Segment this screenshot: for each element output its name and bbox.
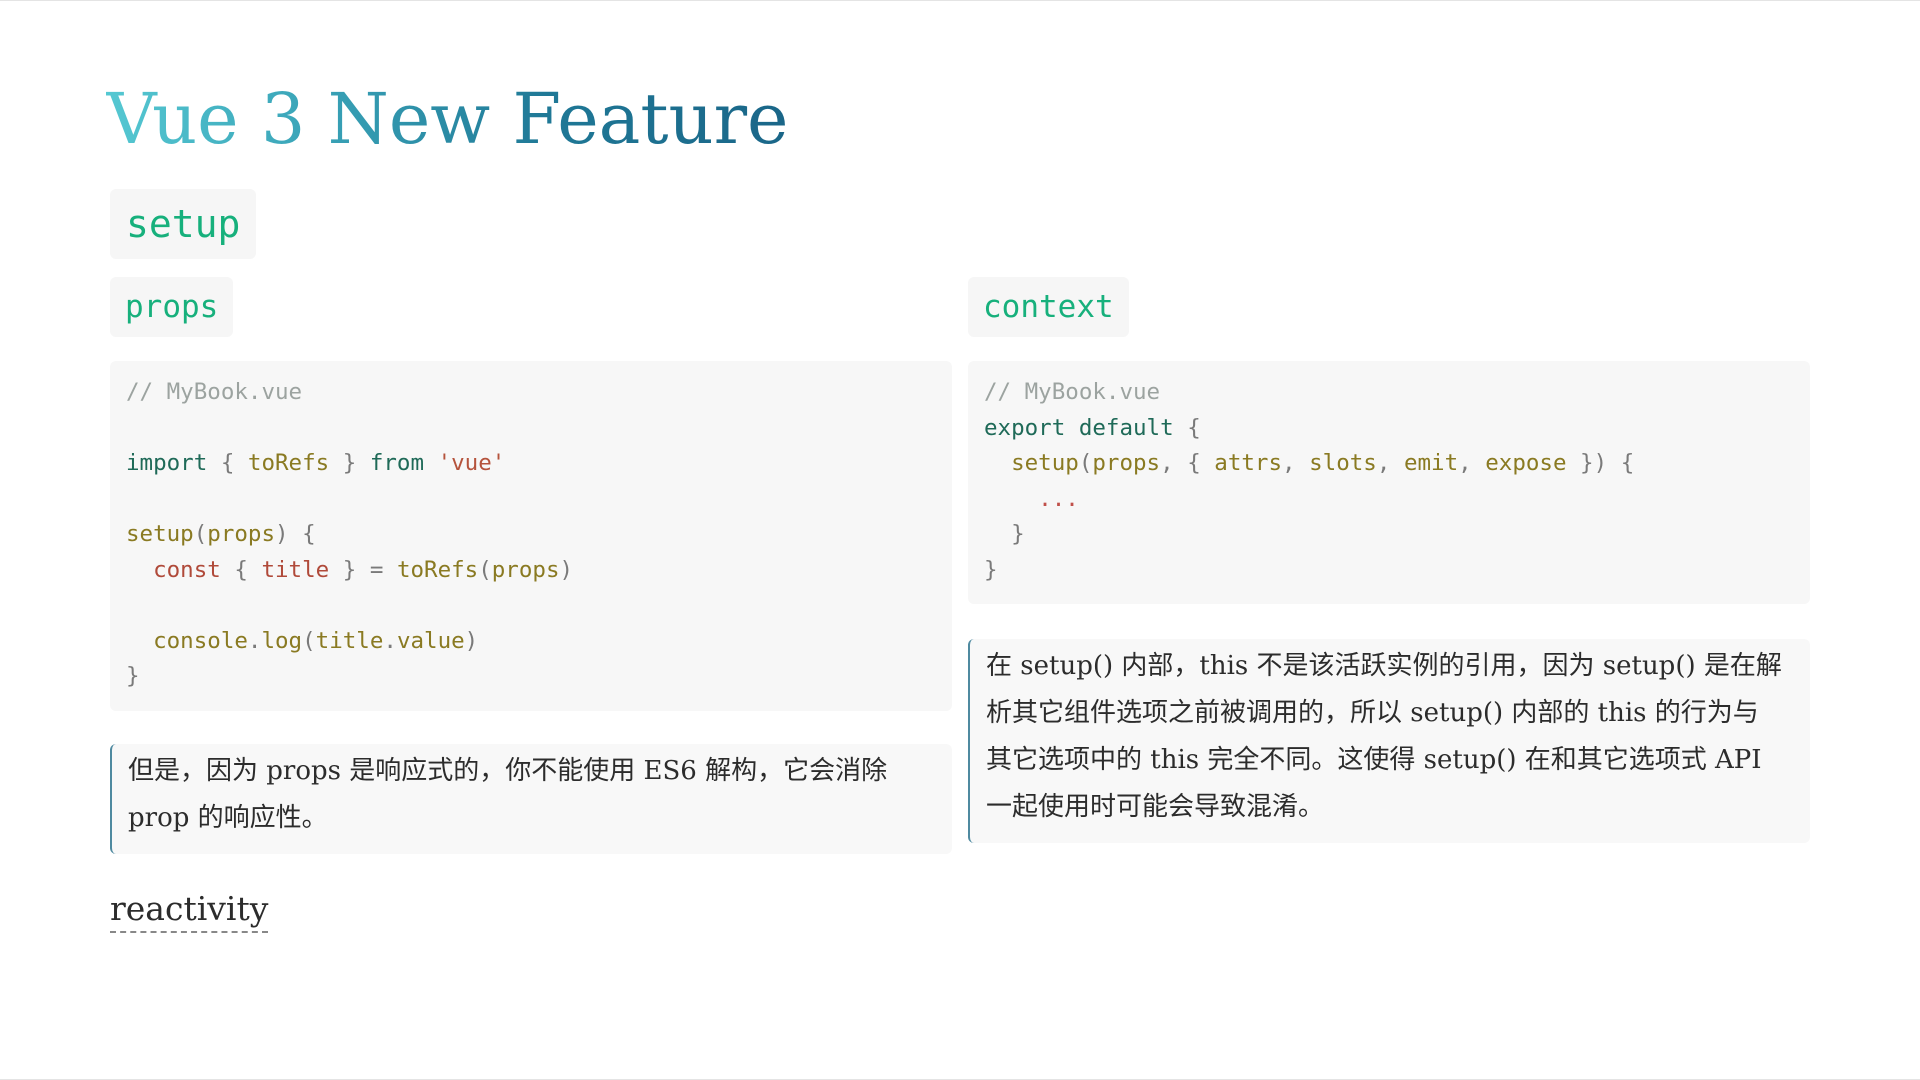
code-line: } [984, 517, 1794, 553]
note-line: prop 的响应性。 [128, 803, 328, 833]
code-punct: ( [478, 556, 492, 583]
code-punct: ( [1078, 450, 1093, 476]
code-line: // MyBook.vue [984, 375, 1794, 411]
code-identifier: value [396, 627, 465, 654]
code-punct: ) { [275, 521, 316, 547]
code-punct: } [984, 521, 1025, 547]
props-code-block: // MyBook.vue import { toRefs } from 'vue… [110, 361, 952, 711]
code-comment: // MyBook.vue [126, 379, 303, 405]
code-line: console.log(title.value) [126, 624, 936, 660]
code-identifier: title [315, 627, 384, 654]
code-punct: . [383, 627, 397, 654]
slide-title: Vue 3 New Feature [106, 71, 788, 167]
code-string: 'vue' [437, 450, 506, 476]
code-punct: . [247, 627, 262, 654]
code-punct: } = [329, 556, 397, 583]
code-punct: } [329, 450, 370, 476]
code-punct: , [1282, 450, 1310, 476]
code-punct: , [1458, 450, 1486, 476]
code-punct: ( [193, 521, 208, 547]
code-identifier: props [1092, 450, 1161, 476]
code-punct: { [1173, 414, 1201, 441]
code-line: setup(props, { attrs, slots, emit, expos… [984, 446, 1794, 482]
code-line: ... [984, 482, 1794, 518]
code-line: export default { [984, 411, 1794, 447]
code-keyword: from [369, 450, 425, 476]
code-punct: ) [464, 627, 479, 654]
code-punct: { [220, 556, 262, 583]
note-line: 一起使用时可能会导致混淆。 [986, 792, 1325, 822]
context-heading: context [968, 277, 1129, 337]
code-keyword: export default [984, 414, 1174, 441]
code-line: // MyBook.vue [126, 375, 936, 411]
props-heading: props [110, 277, 234, 337]
slide: Vue 3 New Feature setup props context //… [0, 0, 1920, 1080]
code-ellipsis: ... [1038, 485, 1079, 512]
context-code-block: // MyBook.vue export default { setup(prop… [968, 361, 1810, 604]
props-note: 但是，因为 props 是响应式的，你不能使用 ES6 解构，它会消除 prop… [110, 744, 952, 854]
code-punct: ) [559, 556, 574, 583]
code-identifier: setup [126, 521, 194, 547]
code-line: import { toRefs } from 'vue' [126, 446, 936, 482]
reactivity-link[interactable]: reactivity [110, 887, 269, 933]
code-line: } [984, 553, 1794, 589]
code-identifier: expose [1485, 450, 1567, 476]
code-keyword: import [126, 450, 208, 476]
code-identifier: props [207, 521, 276, 547]
code-line: } [126, 659, 936, 695]
code-identifier: attrs [1214, 450, 1283, 476]
note-line: 析其它组件选项之前被调用的，所以 setup() 内部的 this 的行为与 [986, 698, 1759, 728]
code-line: setup(props) { [126, 517, 936, 553]
code-identifier: log [261, 627, 303, 654]
code-identifier: emit [1403, 450, 1459, 476]
setup-heading: setup [110, 189, 257, 259]
code-identifier: toRefs [247, 450, 330, 476]
code-punct: ( [302, 627, 316, 654]
code-punct: }) { [1566, 450, 1635, 476]
code-punct: , { [1160, 450, 1215, 476]
code-keyword: const [153, 556, 221, 583]
code-punct: , [1376, 450, 1404, 476]
note-line: 在 setup() 内部，this 不是该活跃实例的引用，因为 setup() … [986, 651, 1782, 681]
code-identifier: setup [1011, 450, 1079, 476]
code-comment: // MyBook.vue [984, 379, 1161, 405]
code-identifier: title [261, 556, 330, 583]
code-identifier: toRefs [396, 556, 479, 583]
note-line: 其它选项中的 this 完全不同。这使得 setup() 在和其它选项式 API [986, 745, 1762, 775]
code-punct: { [207, 450, 248, 476]
code-punct: } [126, 663, 140, 689]
code-identifier: console [153, 627, 248, 654]
code-punct: } [984, 556, 998, 583]
code-identifier: slots [1309, 450, 1377, 476]
code-line: const { title } = toRefs(props) [126, 553, 936, 589]
note-line: 但是，因为 props 是响应式的，你不能使用 ES6 解构，它会消除 [128, 756, 888, 786]
code-identifier: props [491, 556, 560, 583]
context-note: 在 setup() 内部，this 不是该活跃实例的引用，因为 setup() … [968, 639, 1810, 843]
